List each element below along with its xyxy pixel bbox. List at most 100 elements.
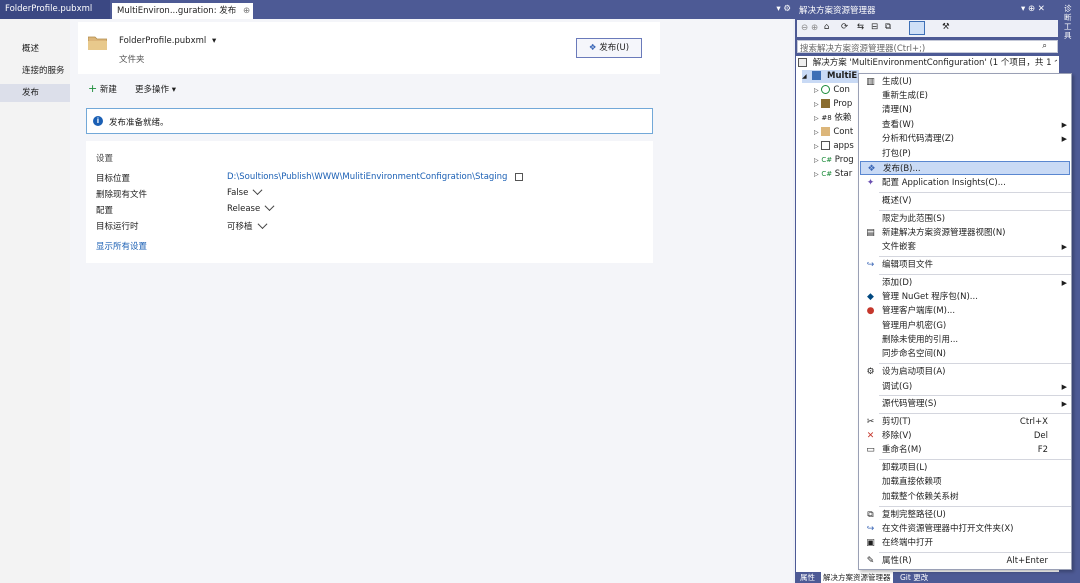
- menu-item-label: 编辑项目文件: [882, 260, 934, 270]
- menu-item-build[interactable]: ▥ 生成(U): [860, 75, 1070, 89]
- menu-item-app-insights[interactable]: ✦ 配置 Application Insights(C)...: [860, 176, 1070, 190]
- collapsed-arrow-icon: ▷: [814, 129, 819, 136]
- publish-icon: ❖: [588, 43, 597, 53]
- submenu-arrow-icon: ▶: [1061, 400, 1067, 408]
- menu-item-edit-project-file[interactable]: ↪ 编辑项目文件: [860, 258, 1070, 272]
- menu-item-label: 加载整个依赖关系树: [882, 492, 959, 502]
- menu-item-manage-nuget[interactable]: ◆ 管理 NuGet 程序包(N)...: [860, 290, 1070, 304]
- menu-item-sync-namespaces[interactable]: 同步命名空间(N): [860, 347, 1070, 361]
- tab-folderprofile[interactable]: FolderProfile.pubxml: [0, 0, 110, 19]
- tab-properties[interactable]: 属性: [800, 572, 815, 583]
- menu-item-analyze[interactable]: 分析和代码清理(Z) ▶: [860, 132, 1070, 146]
- pending-changes-icon[interactable]: ⇆: [857, 22, 864, 32]
- sidenav-item-publish[interactable]: 发布: [0, 84, 70, 102]
- tree-item[interactable]: ▷ Con: [814, 84, 858, 97]
- configuration-value: Release: [227, 204, 261, 214]
- menu-item-load-direct-deps[interactable]: 加载直接依赖项: [860, 475, 1070, 489]
- menu-separator: [879, 395, 1071, 396]
- menu-item-rename[interactable]: ▭ 重命名(M) F2: [860, 443, 1070, 457]
- solution-explorer-title: 解决方案资源管理器: [799, 6, 876, 16]
- se-search-field[interactable]: 搜索解决方案资源管理器(Ctrl+;) ⌕: [797, 40, 1058, 54]
- collapsed-arrow-icon: ▷: [814, 87, 819, 94]
- menu-item-label: 在终端中打开: [882, 538, 934, 548]
- submenu-arrow-icon: ▶: [1061, 121, 1067, 129]
- tree-item[interactable]: ▷ Cont: [814, 126, 858, 139]
- menu-item-properties[interactable]: ✎ 属性(R) Alt+Enter: [860, 554, 1070, 568]
- menu-item-remove[interactable]: ✕ 移除(V) Del: [860, 429, 1070, 443]
- search-icon[interactable]: ⌕: [1042, 41, 1047, 51]
- tree-item[interactable]: ▷ C# Star: [814, 168, 858, 181]
- diagnostic-tools-tab[interactable]: 诊断工具: [1064, 4, 1075, 40]
- tree-item[interactable]: ▷ #8 依赖: [814, 112, 858, 125]
- profile-name: FolderProfile.pubxml: [119, 36, 207, 46]
- new-profile-button[interactable]: + 新建: [88, 82, 117, 95]
- menu-separator: [879, 413, 1071, 414]
- collapsed-arrow-icon: ▷: [814, 157, 819, 164]
- menu-item-remove-unused-refs[interactable]: 删除未使用的引用...: [860, 333, 1070, 347]
- back-icon[interactable]: ⊖: [801, 23, 808, 33]
- menu-item-cut[interactable]: ✂ 剪切(T) Ctrl+X: [860, 415, 1070, 429]
- more-actions-menu[interactable]: 更多操作 ▾: [135, 83, 176, 95]
- tree-item[interactable]: ▷ Prop: [814, 98, 858, 111]
- menu-item-debug[interactable]: 调试(G) ▶: [860, 380, 1070, 394]
- menu-item-clean[interactable]: 清理(N): [860, 103, 1070, 117]
- menu-item-open-in-explorer[interactable]: ↪ 在文件资源管理器中打开文件夹(X): [860, 522, 1070, 536]
- tree-item[interactable]: ▷ apps: [814, 140, 858, 153]
- search-input[interactable]: 搜索解决方案资源管理器(Ctrl+;): [800, 42, 925, 54]
- setting-label: 目标位置: [96, 174, 131, 184]
- copy-icon[interactable]: [515, 172, 524, 181]
- edit-pencil-icon[interactable]: [264, 201, 275, 212]
- menu-item-load-dep-tree[interactable]: 加载整个依赖关系树: [860, 490, 1070, 504]
- tree-item[interactable]: ▷ C# Prog: [814, 154, 858, 167]
- sync-icon[interactable]: ⟳: [841, 22, 848, 32]
- tab-overflow-controls[interactable]: ▾ ⚙: [776, 0, 791, 19]
- more-actions-label: 更多操作: [135, 85, 170, 95]
- submenu-arrow-icon: ▶: [1061, 135, 1067, 143]
- preview-toggle-icon[interactable]: [909, 21, 925, 35]
- menu-item-publish[interactable]: ❖ 发布(B)...: [860, 161, 1070, 175]
- edit-pencil-icon[interactable]: [252, 185, 263, 196]
- publish-button[interactable]: ❖ 发布(U): [576, 38, 642, 58]
- insights-icon: ✦: [866, 178, 875, 188]
- show-all-files-icon[interactable]: ⧉: [885, 22, 891, 32]
- menu-item-source-control[interactable]: 源代码管理(S) ▶: [860, 397, 1070, 411]
- menu-item-copy-full-path[interactable]: ⧉ 复制完整路径(U): [860, 508, 1070, 522]
- open-folder-icon: ↪: [866, 524, 875, 534]
- document-tab-bar: FolderProfile.pubxml MultiEnviron...gura…: [0, 0, 795, 19]
- menu-item-view[interactable]: 查看(W) ▶: [860, 118, 1070, 132]
- menu-item-new-se-view[interactable]: ▤ 新建解决方案资源管理器视图(N): [860, 226, 1070, 240]
- menu-item-manage-client-libs[interactable]: ● 管理客户端库(M)...: [860, 304, 1070, 318]
- solution-node[interactable]: 解决方案 'MultiEnvironmentConfiguration' (1 …: [798, 57, 1057, 70]
- forward-icon[interactable]: ⊕: [811, 23, 818, 33]
- collapse-all-icon[interactable]: ⊟: [871, 22, 878, 32]
- menu-item-user-secrets[interactable]: 管理用户机密(G): [860, 319, 1070, 333]
- menu-item-set-startup[interactable]: ⚙ 设为启动项目(A): [860, 365, 1070, 379]
- csharp-file-icon: C#: [821, 170, 833, 178]
- project-icon: [812, 71, 822, 80]
- panel-controls[interactable]: ▾ ⊕ ✕: [1021, 4, 1045, 14]
- menu-item-open-in-terminal[interactable]: ▣ 在终端中打开: [860, 536, 1070, 550]
- menu-item-pack[interactable]: 打包(P): [860, 147, 1070, 161]
- target-location-link[interactable]: D:\Soultions\Publish\WWW\MulitiEnvironme…: [227, 172, 507, 182]
- menu-item-overview[interactable]: 概述(V): [860, 194, 1070, 208]
- menu-item-label: 调试(G): [882, 382, 913, 392]
- sidenav-item-connected-services[interactable]: 连接的服务: [0, 62, 70, 80]
- menu-item-unload-project[interactable]: 卸载项目(L): [860, 461, 1070, 475]
- profile-selector[interactable]: FolderProfile.pubxml ▾: [119, 36, 216, 46]
- sidenav-item-overview[interactable]: 概述: [0, 40, 70, 58]
- show-all-settings-link[interactable]: 显示所有设置: [96, 240, 147, 252]
- edit-pencil-icon[interactable]: [257, 219, 267, 230]
- tab-git-changes[interactable]: Git 更改: [900, 572, 928, 583]
- menu-item-rebuild[interactable]: 重新生成(E): [860, 89, 1070, 103]
- tab-publish[interactable]: MultiEnviron...guration: 发布 ⊕ ✕: [112, 3, 253, 19]
- menu-item-label: 生成(U): [882, 77, 912, 87]
- target-runtime-row: 可移植: [227, 219, 267, 232]
- menu-item-scope-to-this[interactable]: 限定为此范围(S): [860, 212, 1070, 226]
- home-icon[interactable]: ⌂: [824, 22, 829, 32]
- wrench-icon[interactable]: ⚒: [942, 22, 950, 32]
- menu-item-add[interactable]: 添加(D) ▶: [860, 276, 1070, 290]
- menu-item-file-nesting[interactable]: 文件嵌套 ▶: [860, 240, 1070, 254]
- tab-solution-explorer[interactable]: 解决方案资源管理器: [821, 572, 893, 583]
- project-node[interactable]: ◢ MultiE: [802, 70, 859, 83]
- pin-icon[interactable]: ⊕: [243, 6, 250, 16]
